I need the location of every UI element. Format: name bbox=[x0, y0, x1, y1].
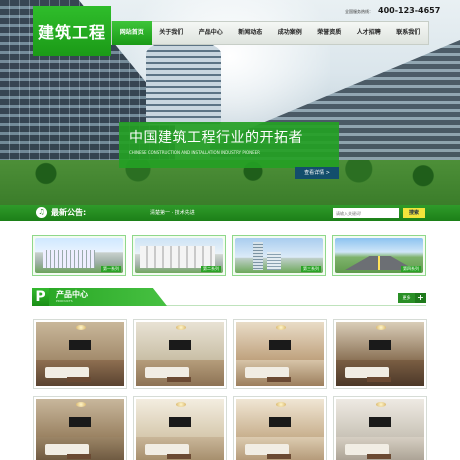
nav-item-about[interactable]: 关于我们 bbox=[152, 21, 192, 45]
hotline-label: 全国服务热线： bbox=[345, 9, 373, 14]
series-card-2[interactable]: 第二系列 bbox=[132, 235, 226, 276]
series-building bbox=[253, 242, 263, 270]
series-label: 第四系列 bbox=[401, 266, 421, 272]
series-label: 第一系列 bbox=[101, 266, 121, 272]
notice-text[interactable]: 清楚第一 · 技术先进 bbox=[150, 207, 195, 219]
notice-label: 最新公告: bbox=[51, 208, 87, 217]
series-building bbox=[140, 246, 215, 268]
search-input[interactable] bbox=[333, 208, 399, 218]
product-card[interactable] bbox=[333, 396, 427, 460]
nav-item-cases[interactable]: 成功案例 bbox=[270, 21, 310, 45]
product-image bbox=[236, 399, 324, 460]
nav-item-home[interactable]: 网站首页 bbox=[112, 21, 152, 45]
series-building bbox=[43, 250, 95, 268]
product-image bbox=[136, 399, 224, 460]
nav-item-honors[interactable]: 荣誉资质 bbox=[310, 21, 350, 45]
notice-bar: ♫ 最新公告: 清楚第一 · 技术先进 搜索 bbox=[0, 205, 460, 221]
nav-item-products[interactable]: 产品中心 bbox=[191, 21, 231, 45]
hotline-number: 400-123-4657 bbox=[378, 6, 441, 15]
speaker-icon: ♫ bbox=[36, 207, 47, 218]
main-nav: 网站首页 关于我们 产品中心 新闻动态 成功案例 荣誉资质 人才招聘 联系我们 bbox=[111, 21, 429, 45]
series-building bbox=[267, 252, 281, 270]
product-card[interactable] bbox=[33, 319, 127, 389]
plus-icon[interactable]: + bbox=[415, 293, 426, 303]
nav-item-jobs[interactable]: 人才招聘 bbox=[349, 21, 389, 45]
banner-subtitle: CHINESE CONSTRUCTION AND INSTALLATION IN… bbox=[129, 150, 260, 155]
tower-building bbox=[146, 40, 221, 125]
banner-caption: 中国建筑工程行业的开拓者 CHINESE CONSTRUCTION AND IN… bbox=[119, 122, 339, 168]
product-image bbox=[336, 322, 424, 386]
product-card[interactable] bbox=[33, 396, 127, 460]
nav-item-contact[interactable]: 联系我们 bbox=[389, 21, 429, 45]
series-card-3[interactable]: 第三系列 bbox=[232, 235, 326, 276]
more-button[interactable]: 更多 bbox=[398, 293, 415, 303]
product-image bbox=[336, 399, 424, 460]
series-card-1[interactable]: 第一系列 bbox=[32, 235, 126, 276]
products-subtitle: PRODUCTS bbox=[56, 299, 73, 303]
search-button[interactable]: 搜索 bbox=[403, 208, 425, 218]
series-label: 第二系列 bbox=[201, 266, 221, 272]
product-card[interactable] bbox=[233, 396, 327, 460]
view-details-button[interactable]: 查看详情 > bbox=[295, 167, 339, 179]
product-card[interactable] bbox=[133, 396, 227, 460]
product-image bbox=[36, 399, 124, 460]
product-image bbox=[136, 322, 224, 386]
product-image bbox=[236, 322, 324, 386]
series-road-line bbox=[378, 256, 380, 270]
banner-title: 中国建筑工程行业的开拓者 bbox=[129, 130, 303, 146]
product-card[interactable] bbox=[233, 319, 327, 389]
logo-text: 建筑工程 bbox=[37, 23, 106, 42]
product-image bbox=[36, 322, 124, 386]
product-card[interactable] bbox=[333, 319, 427, 389]
site-logo[interactable]: 建筑工程 bbox=[33, 6, 111, 56]
page: 建筑工程 全国服务热线： 400-123-4657 网站首页 关于我们 产品中心… bbox=[0, 0, 460, 460]
nav-item-news[interactable]: 新闻动态 bbox=[231, 21, 271, 45]
products-p-icon: P bbox=[32, 288, 49, 306]
products-heading: P 产品中心 PRODUCTS bbox=[32, 288, 426, 306]
series-card-4[interactable]: 第四系列 bbox=[332, 235, 426, 276]
series-label: 第三系列 bbox=[301, 266, 321, 272]
product-card[interactable] bbox=[133, 319, 227, 389]
